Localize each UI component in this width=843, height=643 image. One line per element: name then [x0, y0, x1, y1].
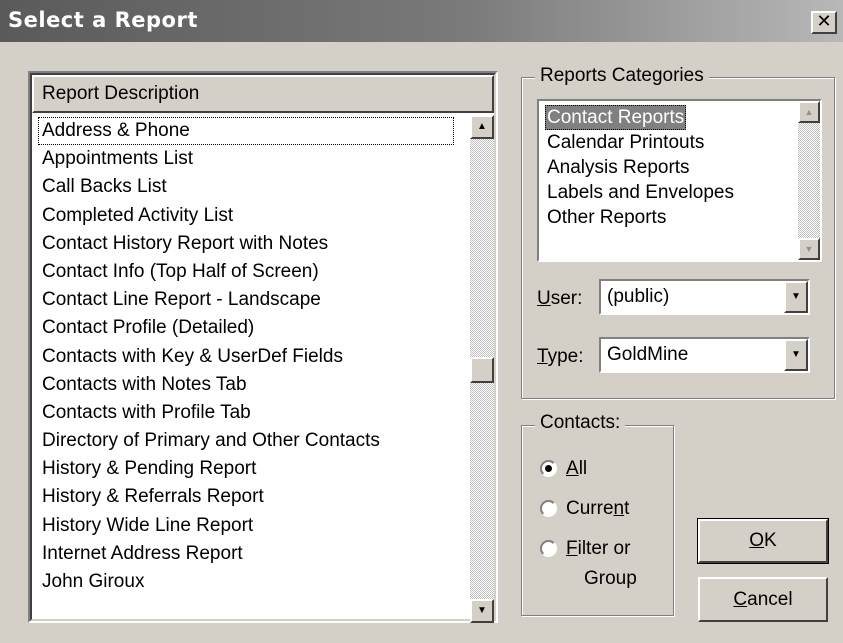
- scroll-down-button[interactable]: ▼: [798, 238, 820, 260]
- report-item[interactable]: Completed Activity List: [38, 202, 458, 230]
- report-item[interactable]: History Wide Line Report: [38, 512, 458, 540]
- user-combobox[interactable]: (public) ▼: [599, 279, 810, 315]
- close-icon: ✕: [816, 11, 832, 32]
- categories-listbox[interactable]: Contact Reports Calendar Printouts Analy…: [537, 99, 822, 262]
- report-item[interactable]: History & Referrals Report: [38, 483, 458, 511]
- type-value: GoldMine: [607, 344, 689, 365]
- report-item[interactable]: John Giroux: [38, 568, 458, 596]
- report-item[interactable]: History & Pending Report: [38, 455, 458, 483]
- scroll-up-button[interactable]: ▲: [798, 101, 820, 123]
- report-list-scrollbar[interactable]: ▲ ▼: [470, 115, 494, 623]
- report-item[interactable]: Address & Phone: [38, 117, 454, 146]
- report-item[interactable]: Internet Address Report: [38, 540, 458, 568]
- radio-label: Current: [566, 498, 630, 519]
- chevron-down-icon: ▼: [791, 349, 801, 360]
- report-item[interactable]: Directory of Primary and Other Contacts: [38, 427, 458, 455]
- arrow-down-icon: ▼: [477, 605, 487, 616]
- category-item[interactable]: Contact Reports: [545, 105, 687, 130]
- radio-label: All: [566, 458, 588, 479]
- user-label: User:: [537, 288, 583, 309]
- scroll-up-button[interactable]: ▲: [470, 115, 494, 139]
- arrow-up-icon: ▲: [477, 121, 487, 132]
- radio-button[interactable]: [540, 500, 557, 517]
- radio-button[interactable]: [540, 460, 557, 477]
- radio-label: Filter or: [566, 538, 631, 559]
- cancel-button[interactable]: Cancel: [698, 577, 828, 622]
- close-button[interactable]: ✕: [811, 11, 837, 34]
- type-dropdown-button[interactable]: ▼: [784, 339, 808, 371]
- report-item[interactable]: Contacts with Profile Tab: [38, 399, 458, 427]
- report-item[interactable]: Contact Profile (Detailed): [38, 314, 458, 342]
- reports-categories-legend: Reports Categories: [535, 65, 709, 87]
- report-listbox[interactable]: Report Description Address & Phone Appoi…: [28, 71, 498, 623]
- report-item[interactable]: Contact Line Report - Landscape: [38, 286, 458, 314]
- user-dropdown-button[interactable]: ▼: [784, 281, 808, 313]
- report-item[interactable]: Contacts with Key & UserDef Fields: [38, 343, 458, 371]
- radio-button[interactable]: [540, 540, 557, 557]
- report-item[interactable]: Appointments List: [38, 145, 458, 173]
- categories-scrollbar[interactable]: ▲ ▼: [798, 101, 820, 260]
- ok-button[interactable]: OK: [697, 518, 829, 564]
- report-items: Address & Phone Appointments List Call B…: [38, 117, 458, 596]
- radio-label-line2: Group: [584, 568, 637, 589]
- chevron-down-icon: ▼: [791, 291, 801, 302]
- title-bar: Select a Report ✕: [0, 0, 843, 42]
- type-combobox[interactable]: GoldMine ▼: [599, 337, 810, 373]
- report-item[interactable]: Contact History Report with Notes: [38, 230, 458, 258]
- window-title: Select a Report: [8, 8, 198, 32]
- arrow-down-icon: ▼: [804, 244, 814, 254]
- report-item[interactable]: Contacts with Notes Tab: [38, 371, 458, 399]
- report-description-header[interactable]: Report Description: [32, 75, 494, 113]
- category-item[interactable]: Analysis Reports: [545, 155, 692, 180]
- scroll-down-button[interactable]: ▼: [470, 599, 494, 623]
- category-item[interactable]: Labels and Envelopes: [545, 180, 736, 205]
- category-item[interactable]: Calendar Printouts: [545, 130, 706, 155]
- user-value: (public): [607, 286, 670, 307]
- contacts-legend: Contacts:: [535, 412, 626, 434]
- type-label: Type:: [537, 346, 584, 367]
- report-item[interactable]: Contact Info (Top Half of Screen): [38, 258, 458, 286]
- report-item[interactable]: Call Backs List: [38, 173, 458, 201]
- arrow-up-icon: ▲: [804, 107, 814, 117]
- category-item[interactable]: Other Reports: [545, 205, 668, 230]
- scrollbar-thumb[interactable]: [470, 357, 494, 383]
